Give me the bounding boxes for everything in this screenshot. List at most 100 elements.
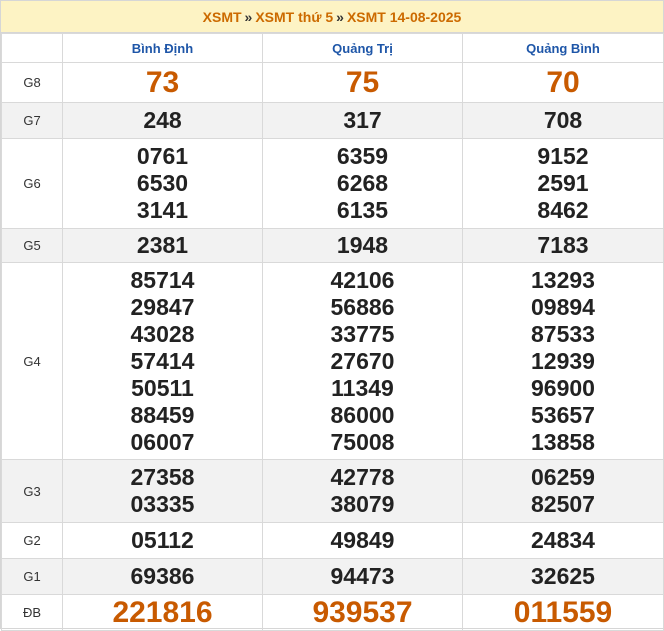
prize-label: G2 (1, 522, 63, 559)
prize-number: 50511 (131, 374, 194, 401)
prize-label: G5 (1, 228, 63, 263)
prize-cell: 13293 09894 87533 12939 96900 53657 13858 (462, 262, 664, 460)
prize-label: G4 (1, 262, 63, 460)
prize-number: 06007 (130, 428, 195, 455)
prize-number: 87533 (531, 320, 595, 347)
prize-cell: 42106 56886 33775 27670 11349 86000 75008 (262, 262, 463, 460)
province-quang-binh[interactable]: Quảng Bình (462, 33, 664, 63)
prize-number: 85714 (130, 266, 195, 293)
prize-row-g2: G2 05112 49849 24834 (1, 522, 664, 559)
breadcrumb-link-xsmt[interactable]: XSMT (203, 9, 242, 25)
prize-number: 12939 (531, 347, 595, 374)
prize-cell: 27358 03335 (62, 459, 263, 523)
prize-number: 96900 (531, 374, 595, 401)
prize-cell: 06259 82507 (462, 459, 664, 523)
prize-number: 73 (145, 66, 180, 99)
prize-number: 7183 (537, 232, 589, 258)
prize-row-g3: G3 27358 03335 42778 38079 06259 82507 (1, 459, 664, 523)
province-binh-dinh[interactable]: Bình Định (62, 33, 263, 63)
prize-number: 2381 (136, 232, 189, 258)
prize-number: 38079 (330, 491, 395, 517)
prize-number: 86000 (330, 401, 395, 428)
prize-cell: 1948 (262, 228, 463, 263)
results-table: Bình Định Quảng Trị Quảng Bình G8 73 75 70 G… (1, 33, 664, 631)
prize-cell: 9152 2591 8462 (462, 138, 664, 229)
prize-number: 94473 (330, 563, 395, 589)
prize-cell: 6359 6268 6135 (262, 138, 463, 229)
prize-number: 11349 (331, 374, 394, 401)
prize-number: 43028 (130, 320, 195, 347)
prize-number: 9152 (537, 143, 589, 169)
prize-number: 6359 (336, 143, 389, 169)
prize-cell: 0761 6530 3141 (62, 138, 263, 229)
prize-number: 69386 (130, 563, 195, 589)
prize-number: 27358 (130, 464, 195, 490)
prize-number: 3141 (136, 197, 189, 223)
prize-cell: 49849 (262, 522, 463, 559)
prize-cell: 70 (462, 62, 664, 103)
prize-label: G3 (1, 459, 63, 523)
prize-number: 42106 (330, 266, 395, 293)
breadcrumb-link-weekday[interactable]: XSMT thứ 5 (255, 9, 333, 25)
prize-row-g7: G7 248 317 708 (1, 102, 664, 139)
prize-number: 88459 (130, 401, 195, 428)
prize-number: 32625 (531, 563, 595, 589)
prize-cell: 69386 (62, 558, 263, 595)
prize-number: 70 (546, 66, 580, 99)
prize-number: 6135 (336, 197, 389, 223)
prize-number: 6268 (336, 170, 389, 196)
prize-number: 0761 (136, 143, 189, 169)
prize-number: 57414 (130, 347, 195, 374)
header-corner (1, 33, 63, 63)
prize-label: G1 (1, 558, 63, 595)
prize-label: ĐB (1, 594, 63, 631)
prize-number: 09894 (531, 293, 595, 320)
prize-number: 708 (543, 107, 583, 133)
prize-cell: 05112 (62, 522, 263, 559)
prize-cell: 85714 29847 43028 57414 50511 88459 06007 (62, 262, 263, 460)
prize-cell: 708 (462, 102, 664, 139)
prize-number: 53657 (531, 401, 595, 428)
prize-number: 75008 (330, 428, 395, 455)
prize-number: 011559 (513, 596, 613, 629)
province-quang-tri[interactable]: Quảng Trị (262, 33, 463, 63)
prize-number: 6530 (136, 170, 189, 196)
prize-number: 03335 (130, 491, 195, 517)
prize-cell: 24834 (462, 522, 664, 559)
prize-cell: 011559 (462, 594, 664, 631)
prize-cell: 73 (62, 62, 263, 103)
prize-number: 221816 (112, 596, 213, 629)
prize-cell: 248 (62, 102, 263, 139)
prize-number: 06259 (531, 464, 595, 490)
prize-number: 13858 (531, 428, 595, 455)
prize-cell: 939537 (262, 594, 463, 631)
prize-number: 05112 (131, 527, 194, 553)
prize-number: 33775 (330, 320, 395, 347)
breadcrumb-separator: » (336, 9, 344, 25)
results-panel: XSMT» XSMT thứ 5» XSMT 14-08-2025 Bình Địn… (0, 0, 664, 631)
prize-cell: 75 (262, 62, 463, 103)
prize-number: 1948 (336, 232, 389, 258)
prize-label: G8 (1, 62, 63, 103)
prize-row-g4: G4 85714 29847 43028 57414 50511 88459 06007 421… (1, 262, 664, 460)
breadcrumb-separator: » (244, 9, 253, 25)
province-header-row: Bình Định Quảng Trị Quảng Bình (1, 33, 664, 63)
prize-cell: 42778 38079 (262, 459, 463, 523)
prize-row-đb: ĐB 221816 939537 011559 (1, 594, 664, 631)
prize-number: 939537 (312, 596, 413, 629)
prize-row-g1: G1 69386 94473 32625 (1, 558, 664, 595)
prize-cell: 94473 (262, 558, 463, 595)
prize-number: 42778 (330, 464, 395, 490)
prize-number: 29847 (130, 293, 195, 320)
breadcrumb-link-date[interactable]: XSMT 14-08-2025 (347, 9, 461, 25)
prize-number: 248 (143, 107, 182, 133)
prize-number: 49849 (330, 527, 395, 553)
prize-number: 75 (345, 66, 380, 99)
prize-number: 13293 (531, 266, 595, 293)
prize-label: G6 (1, 138, 63, 229)
prize-label: G7 (1, 102, 63, 139)
prize-number: 27670 (330, 347, 395, 374)
prize-cell: 221816 (62, 594, 263, 631)
prize-number: 24834 (531, 527, 595, 553)
prize-number: 56886 (330, 293, 395, 320)
